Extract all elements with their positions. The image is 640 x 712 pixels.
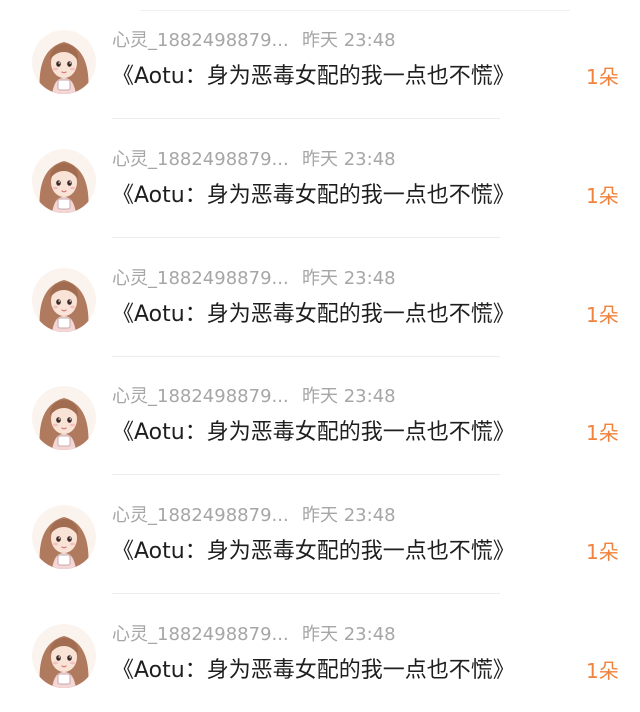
sender-name: 心灵_1882498879... [112, 624, 289, 645]
sender-name: 心灵_1882498879... [112, 386, 289, 407]
book-title[interactable]: 《Aotu：身为恶毒女配的我一点也不慌》 [112, 179, 515, 213]
list-item[interactable]: 心灵_1882498879... 昨天 23:48 《Aotu：身为恶毒女配的我一… [0, 356, 640, 475]
flower-count: 1朵 [586, 303, 619, 327]
sender-name: 心灵_1882498879... [112, 30, 289, 51]
book-title[interactable]: 《Aotu：身为恶毒女配的我一点也不慌》 [112, 416, 515, 450]
book-title[interactable]: 《Aotu：身为恶毒女配的我一点也不慌》 [112, 298, 515, 332]
list-item[interactable]: 心灵_1882498879... 昨天 23:48 《Aotu：身为恶毒女配的我一… [0, 238, 640, 357]
list-item[interactable]: 心灵_1882498879... 昨天 23:48 《Aotu：身为恶毒女配的我一… [0, 594, 640, 712]
message-meta: 心灵_1882498879... 昨天 23:48 [112, 622, 396, 648]
list-item[interactable]: 心灵_1882498879... 昨天 23:48 《Aotu：身为恶毒女配的我一… [0, 475, 640, 594]
message-meta: 心灵_1882498879... 昨天 23:48 [112, 266, 396, 292]
message-time: 昨天 23:48 [302, 624, 396, 645]
flower-count: 1朵 [586, 421, 619, 445]
flower-count: 1朵 [586, 184, 619, 208]
message-meta: 心灵_1882498879... 昨天 23:48 [112, 147, 396, 173]
message-time: 昨天 23:48 [302, 30, 396, 51]
girl-avatar-icon[interactable] [32, 268, 96, 332]
message-meta: 心灵_1882498879... 昨天 23:48 [112, 384, 396, 410]
list-item[interactable]: 心灵_1882498879... 昨天 23:48 《Aotu：身为恶毒女配的我一… [0, 0, 640, 119]
message-meta: 心灵_1882498879... 昨天 23:48 [112, 503, 396, 529]
book-title[interactable]: 《Aotu：身为恶毒女配的我一点也不慌》 [112, 60, 515, 94]
message-meta: 心灵_1882498879... 昨天 23:48 [112, 28, 396, 54]
book-title[interactable]: 《Aotu：身为恶毒女配的我一点也不慌》 [112, 535, 515, 569]
book-title[interactable]: 《Aotu：身为恶毒女配的我一点也不慌》 [112, 654, 515, 688]
girl-avatar-icon[interactable] [32, 149, 96, 213]
flower-count: 1朵 [586, 659, 619, 683]
flower-count: 1朵 [586, 65, 619, 89]
girl-avatar-icon[interactable] [32, 624, 96, 688]
gift-message-list: 心灵_1882498879... 昨天 23:48 《Aotu：身为恶毒女配的我一… [0, 0, 640, 712]
sender-name: 心灵_1882498879... [112, 505, 289, 526]
message-time: 昨天 23:48 [302, 386, 396, 407]
message-time: 昨天 23:48 [302, 505, 396, 526]
sender-name: 心灵_1882498879... [112, 149, 289, 170]
message-time: 昨天 23:48 [302, 268, 396, 289]
girl-avatar-icon[interactable] [32, 505, 96, 569]
message-time: 昨天 23:48 [302, 149, 396, 170]
list-item[interactable]: 心灵_1882498879... 昨天 23:48 《Aotu：身为恶毒女配的我一… [0, 119, 640, 238]
sender-name: 心灵_1882498879... [112, 268, 289, 289]
girl-avatar-icon[interactable] [32, 30, 96, 94]
flower-count: 1朵 [586, 540, 619, 564]
girl-avatar-icon[interactable] [32, 386, 96, 450]
